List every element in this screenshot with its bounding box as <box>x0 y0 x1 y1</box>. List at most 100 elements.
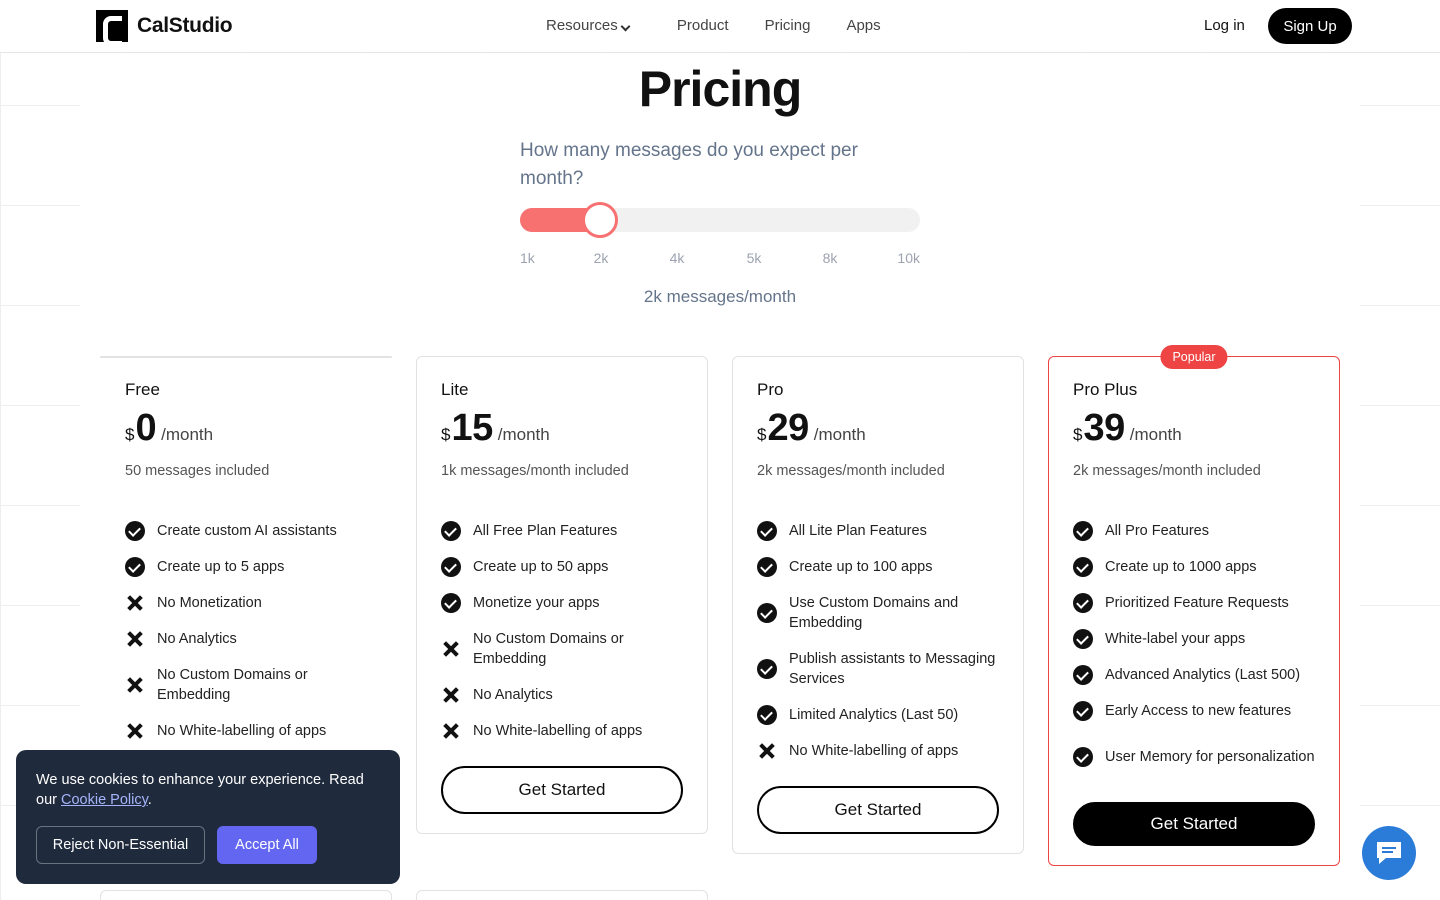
feature-item: No Analytics <box>125 621 375 657</box>
nav-pricing[interactable]: Pricing <box>765 17 811 34</box>
nav-resources-label: Resources <box>546 17 618 34</box>
signup-button[interactable]: Sign Up <box>1268 8 1352 44</box>
nav-links: Resources Product Pricing Apps <box>546 17 917 34</box>
logo[interactable]: CalStudio <box>96 10 233 46</box>
slider-tick: 5k <box>746 250 762 266</box>
feature-item: Create up to 50 apps <box>441 549 691 585</box>
x-icon <box>441 639 461 659</box>
feature-item: No Monetization <box>125 585 375 621</box>
feature-text: No Analytics <box>157 631 237 647</box>
feature-item: No White-labelling of apps <box>441 713 691 749</box>
nav-resources[interactable]: Resources <box>546 17 631 34</box>
x-icon <box>441 721 461 741</box>
reject-non-essential-button[interactable]: Reject Non-Essential <box>36 826 205 864</box>
feature-item: White-label your apps <box>1073 621 1323 657</box>
price-period: /month <box>497 425 550 444</box>
cookie-policy-link[interactable]: Cookie Policy <box>61 792 148 808</box>
logo-icon <box>96 10 128 46</box>
get-started-button[interactable]: Get Started <box>1073 802 1315 846</box>
feature-item: No Custom Domains or Embedding <box>125 657 375 713</box>
price-amount: 29 <box>767 407 809 449</box>
check-icon <box>1073 629 1093 649</box>
plan-name: Free <box>125 380 160 399</box>
feature-text: User Memory for personalization <box>1105 749 1315 765</box>
check-icon <box>441 521 461 541</box>
plan-included: 1k messages/month included <box>441 463 629 479</box>
currency: $ <box>757 425 767 444</box>
plan-included: 2k messages/month included <box>1073 463 1261 479</box>
check-icon <box>757 659 777 679</box>
feature-text: No Custom Domains or Embedding <box>473 631 624 667</box>
feature-text: Advanced Analytics (Last 500) <box>1105 667 1301 683</box>
price-amount: 0 <box>135 407 157 449</box>
feature-item: User Memory for personalization <box>1073 729 1323 785</box>
feature-text: Publish assistants to Messaging Services <box>789 651 996 687</box>
feature-item: Advanced Analytics (Last 500) <box>1073 657 1323 693</box>
feature-item: All Lite Plan Features <box>757 513 1007 549</box>
cookie-text-end: . <box>147 792 152 808</box>
plan-card-pro: Pro $ 29 /month 2k messages/month includ… <box>732 356 1024 854</box>
feature-text: Prioritized Feature Requests <box>1105 595 1289 611</box>
x-icon <box>125 675 145 695</box>
login-link[interactable]: Log in <box>1204 17 1245 34</box>
feature-text: Create up to 50 apps <box>473 559 609 575</box>
popular-badge: Popular <box>1160 345 1228 369</box>
feature-item: Prioritized Feature Requests <box>1073 585 1323 621</box>
feature-text: No Monetization <box>157 595 262 611</box>
get-started-button[interactable]: Get Started <box>757 786 999 834</box>
slider-tick: 10k <box>897 250 920 266</box>
check-icon <box>441 593 461 613</box>
feature-text: Create up to 5 apps <box>157 559 285 575</box>
chat-bubble-icon <box>1377 842 1401 864</box>
feature-list: All Free Plan Features Create up to 50 ap… <box>441 513 691 749</box>
feature-text: No Analytics <box>473 687 553 703</box>
feature-item: All Pro Features <box>1073 513 1323 549</box>
feature-item: Create up to 5 apps <box>125 549 375 585</box>
slider-tick: 4k <box>669 250 685 266</box>
check-icon <box>125 557 145 577</box>
cookie-message: We use cookies to enhance your experienc… <box>36 770 380 810</box>
feature-text: All Pro Features <box>1105 523 1209 539</box>
check-icon <box>757 557 777 577</box>
slider-ticks: 1k 2k 4k 5k 8k 10k <box>520 250 920 270</box>
feature-item: Limited Analytics (Last 50) <box>757 697 1007 733</box>
price-period: /month <box>161 425 214 444</box>
check-icon <box>441 557 461 577</box>
check-icon <box>1073 665 1093 685</box>
feature-text: No White-labelling of apps <box>157 723 327 739</box>
feature-item: No White-labelling of apps <box>125 713 375 749</box>
cookie-banner: We use cookies to enhance your experienc… <box>16 750 400 884</box>
check-icon <box>1073 593 1093 613</box>
feature-list: All Lite Plan Features Create up to 100 a… <box>757 513 1007 769</box>
check-icon <box>125 521 145 541</box>
feature-item: No Analytics <box>441 677 691 713</box>
slider-thumb[interactable] <box>582 202 618 238</box>
feature-item: No White-labelling of apps <box>757 733 1007 769</box>
check-icon <box>757 705 777 725</box>
nav-product[interactable]: Product <box>677 17 729 34</box>
get-started-button[interactable]: Get Started <box>441 766 683 814</box>
plan-included: 2k messages/month included <box>757 463 945 479</box>
plan-card-free: Free $ 0 /month 50 messages included Cre… <box>100 356 392 739</box>
messages-slider[interactable] <box>520 202 920 238</box>
feature-item: Use Custom Domains and Embedding <box>757 585 1007 641</box>
feature-item: No Custom Domains or Embedding <box>441 621 691 677</box>
feature-list: All Pro Features Create up to 1000 apps Pr… <box>1073 513 1323 785</box>
feature-text: No White-labelling of apps <box>789 743 959 759</box>
chat-widget-button[interactable] <box>1362 826 1416 880</box>
feature-item: Create custom AI assistants <box>125 513 375 549</box>
feature-text: Early Access to new features <box>1105 703 1292 719</box>
slider-tick: 1k <box>520 250 535 266</box>
feature-text: All Free Plan Features <box>473 523 618 539</box>
top-nav: CalStudio Resources Product Pricing Apps… <box>0 0 1440 53</box>
check-icon <box>757 521 777 541</box>
check-icon <box>757 603 777 623</box>
feature-item: Early Access to new features <box>1073 693 1323 729</box>
plan-price: $ 39 /month <box>1073 407 1182 450</box>
feature-list: Create custom AI assistants Create up to … <box>125 513 375 749</box>
feature-text: Create custom AI assistants <box>157 523 337 539</box>
nav-apps[interactable]: Apps <box>846 17 880 34</box>
feature-text: No White-labelling of apps <box>473 723 643 739</box>
accept-all-button[interactable]: Accept All <box>217 826 317 864</box>
chevron-down-icon <box>620 21 631 32</box>
